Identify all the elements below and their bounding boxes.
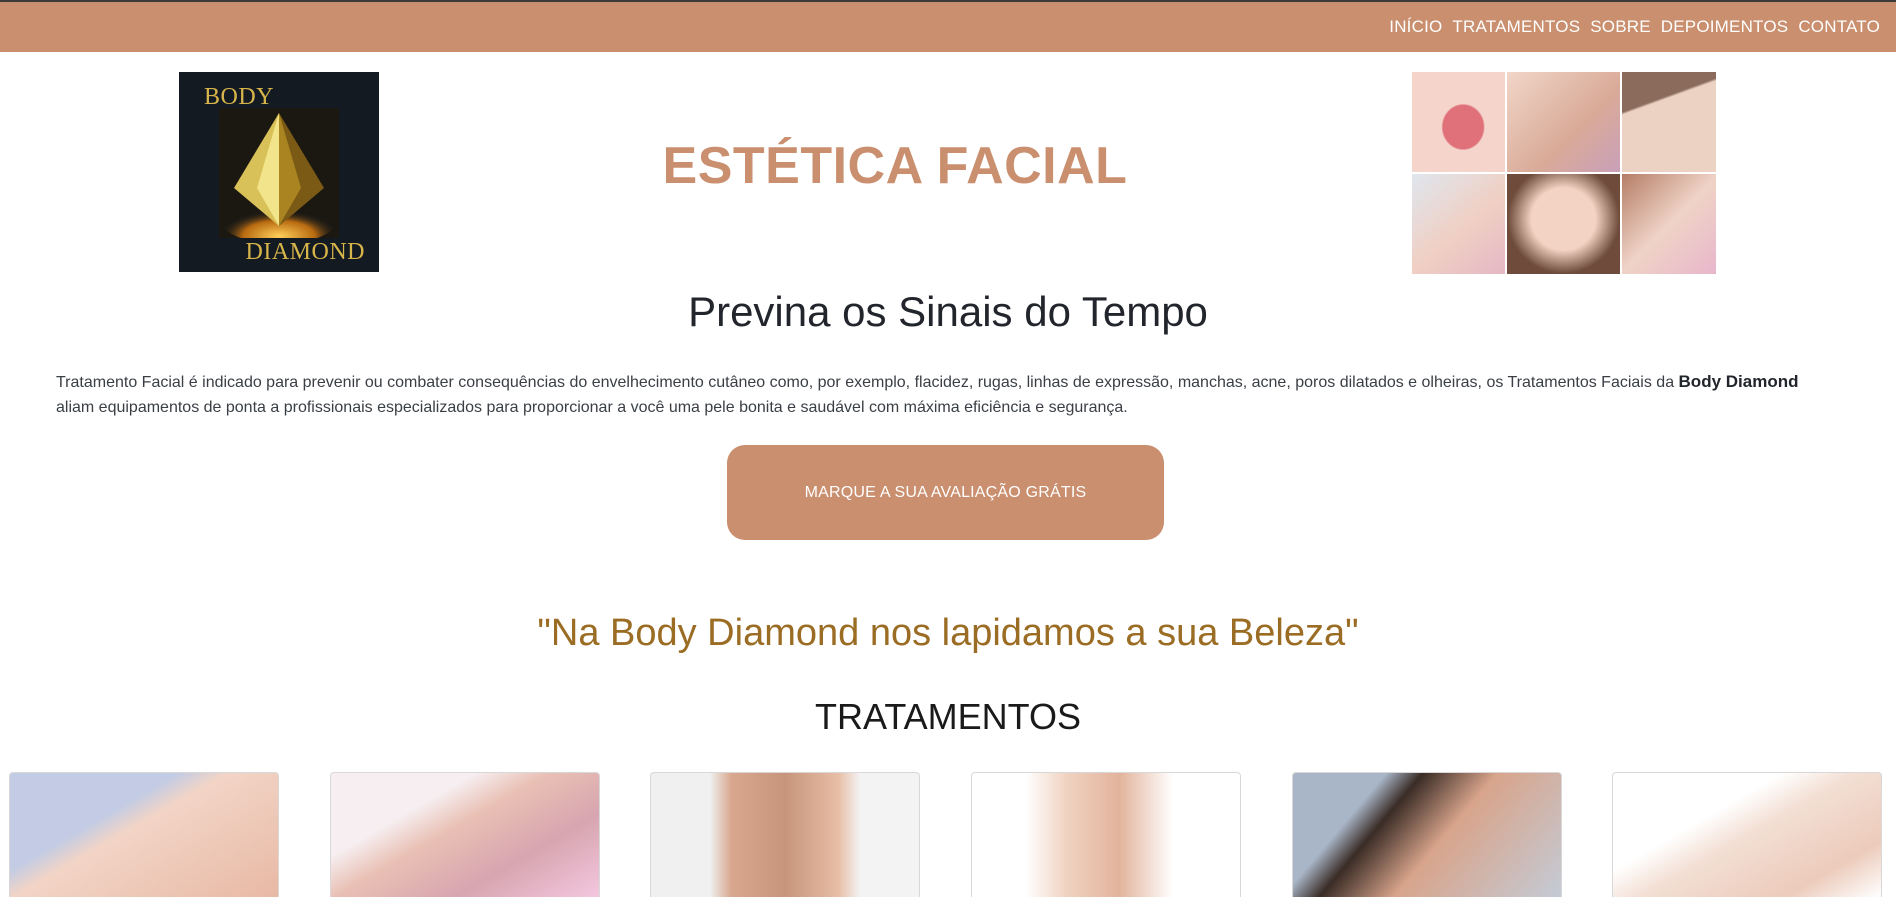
nav-link-inicio[interactable]: INÍCIO [1389,17,1442,37]
diamond-icon [219,108,339,238]
collage-photo-woman-face [1507,174,1620,274]
intro-description: Tratamento Facial é indicado para preven… [56,369,1840,420]
nav-link-sobre[interactable]: SOBRE [1590,17,1651,37]
collage-photo-injection [1507,72,1620,172]
nav-link-tratamentos[interactable]: TRATAMENTOS [1452,17,1580,37]
desc-brand-name: Body Diamond [1678,372,1799,391]
collage-photo-eye [1622,72,1716,172]
treatment-card-microneedling[interactable] [1612,772,1882,897]
treatments-heading: TRATAMENTOS [814,696,1081,737]
nav-link-depoimentos[interactable]: DEPOIMENTOS [1661,17,1789,37]
navbar: INÍCIO TRATAMENTOS SOBRE DEPOIMENTOS CON… [0,2,1896,52]
logo-text-body: BODY [204,84,275,110]
collage-photo-chin-treatment [1622,174,1716,274]
treatment-card-face-device[interactable] [1292,772,1562,897]
collage-photo-side-face [1412,174,1505,274]
facial-treatment-collage [1412,72,1716,274]
nav-link-contato[interactable]: CONTATO [1798,17,1880,37]
treatment-card-legs-veins[interactable] [330,772,600,897]
treatment-card-face-scalpel[interactable] [971,772,1241,897]
treatment-card-eye-injection[interactable] [9,772,279,897]
section-subtitle: Previna os Sinais do Tempo [688,288,1208,335]
brand-logo: BODY DIAMOND [179,72,379,272]
logo-text-diamond: DIAMOND [245,239,365,265]
book-evaluation-button[interactable]: MARQUE A SUA AVALIAÇÃO GRÁTIS [727,445,1164,540]
brand-quote: "Na Body Diamond nos lapidamos a sua Bel… [537,612,1359,654]
main-nav: INÍCIO TRATAMENTOS SOBRE DEPOIMENTOS CON… [1389,2,1880,52]
desc-text-start: Tratamento Facial é indicado para preven… [56,374,1679,391]
page-title: ESTÉTICA FACIAL [662,137,1128,195]
collage-photo-lips [1412,72,1505,172]
treatments-grid [9,772,1882,897]
desc-text-end: aliam equipamentos de ponta a profission… [56,399,1128,416]
treatment-card-aging-comparison[interactable] [650,772,920,897]
